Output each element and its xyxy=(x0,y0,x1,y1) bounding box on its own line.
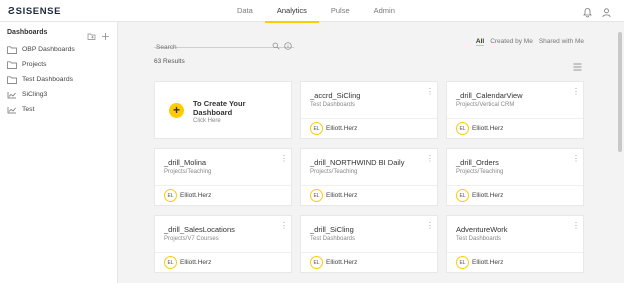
owner-name: Elliott.Herz xyxy=(472,125,504,132)
avatar: EL xyxy=(456,122,469,135)
avatar: EL xyxy=(310,256,323,269)
dashboard-folder-path: Projects/Teaching xyxy=(164,169,212,175)
nav-data[interactable]: Data xyxy=(225,0,265,22)
dashboard-folder-path: Projects/V7 Courses xyxy=(164,236,219,242)
dashboard-folder-path: Test Dashboards xyxy=(310,102,356,108)
dashboard-card[interactable]: AdventureWork Test Dashboards ⋮ EL Elliot… xyxy=(446,215,584,273)
sidebar-item-label: SiCling3 xyxy=(22,91,48,98)
sidebar-item-label: Test xyxy=(22,106,35,113)
more-options-icon[interactable]: ⋮ xyxy=(280,222,288,230)
sidebar-item-label: Projects xyxy=(22,61,47,68)
more-options-icon[interactable]: ⋮ xyxy=(426,222,434,230)
dashboard-folder-path: Test Dashboards xyxy=(310,236,356,242)
filter-created-by-me[interactable]: Created by Me xyxy=(490,38,533,46)
dashboard-title[interactable]: _drill_SalesLocations xyxy=(164,225,235,234)
new-folder-icon[interactable] xyxy=(87,28,96,40)
plus-icon: + xyxy=(169,103,184,118)
main-nav: Data Analytics Pulse Admin xyxy=(225,0,407,23)
sidebar-header: Dashboards xyxy=(0,22,117,42)
dashboard-card[interactable]: _drill_CalendarView Projects/Vertical CR… xyxy=(446,81,584,139)
create-dashboard-title: To Create Your Dashboard xyxy=(193,99,246,117)
dashboard-folder-path: Projects/Teaching xyxy=(456,169,504,175)
owner-name: Elliott.Herz xyxy=(472,259,504,266)
info-icon[interactable] xyxy=(284,37,292,50)
dashboard-card[interactable]: _drill_SalesLocations Projects/V7 Course… xyxy=(154,215,292,273)
sidebar-item-test-dashboards[interactable]: Test Dashboards xyxy=(0,72,117,87)
avatar: EL xyxy=(310,122,323,135)
owner-name: Elliott.Herz xyxy=(472,192,504,199)
dashboard-title[interactable]: _drill_Orders xyxy=(456,158,499,167)
folder-icon xyxy=(7,60,17,69)
dashboard-icon xyxy=(7,91,17,99)
more-options-icon[interactable]: ⋮ xyxy=(426,155,434,163)
avatar: EL xyxy=(164,256,177,269)
list-view-icon[interactable] xyxy=(573,58,582,71)
dashboard-folder-path: Projects/Vertical CRM xyxy=(456,102,515,108)
dashboard-title[interactable]: _drill_Molina xyxy=(164,158,206,167)
dashboard-card[interactable]: _drill_Orders Projects/Teaching ⋮ EL Elli… xyxy=(446,148,584,206)
dashboard-title[interactable]: _accrd_SiCling xyxy=(310,91,360,100)
sidebar-item-obp-dashboards[interactable]: OBP Dashboards xyxy=(0,42,117,57)
user-icon[interactable] xyxy=(601,5,612,18)
filter-all[interactable]: All xyxy=(475,38,485,46)
folder-icon xyxy=(7,45,17,54)
top-navbar: Ƨ SISENSE Data Analytics Pulse Admin xyxy=(0,0,624,23)
results-count: 63 Results xyxy=(154,58,185,65)
create-dashboard-link[interactable]: Click Here xyxy=(193,118,221,124)
search-icon[interactable] xyxy=(272,37,280,50)
dashboard-title[interactable]: AdventureWork xyxy=(456,225,508,234)
dashboard-title[interactable]: _drill_SiCling xyxy=(310,225,354,234)
nav-admin[interactable]: Admin xyxy=(362,0,407,22)
dashboards-main: All Created by Me Shared with Me 63 Resu… xyxy=(118,22,614,283)
search-input[interactable] xyxy=(154,44,264,51)
sidebar: Dashboards OBP Dashboards Projects Test … xyxy=(0,22,118,283)
nav-analytics[interactable]: Analytics xyxy=(264,0,319,23)
sidebar-item-label: OBP Dashboards xyxy=(22,46,75,53)
dashboard-title[interactable]: _drill_NORTHWIND BI Daily xyxy=(310,158,404,167)
sisense-logo[interactable]: Ƨ SISENSE xyxy=(8,6,61,17)
owner-name: Elliott.Herz xyxy=(326,125,358,132)
avatar: EL xyxy=(164,189,177,202)
dashboard-card[interactable]: _drill_NORTHWIND BI Daily Projects/Teach… xyxy=(300,148,438,206)
dashboard-card[interactable]: _drill_Molina Projects/Teaching ⋮ EL Elli… xyxy=(154,148,292,206)
dashboard-folder-path: Test Dashboards xyxy=(456,236,502,242)
dashboard-title[interactable]: _drill_CalendarView xyxy=(456,91,523,100)
dashboard-icon xyxy=(7,106,17,114)
logo-mark: Ƨ xyxy=(8,6,15,17)
avatar: EL xyxy=(310,189,323,202)
scrollbar-thumb[interactable] xyxy=(618,32,622,152)
logo-text: SISENSE xyxy=(15,6,62,17)
more-options-icon[interactable]: ⋮ xyxy=(572,155,580,163)
bell-icon[interactable] xyxy=(582,5,593,18)
owner-name: Elliott.Herz xyxy=(326,259,358,266)
dashboard-folder-path: Projects/Teaching xyxy=(310,169,358,175)
ownership-filters: All Created by Me Shared with Me xyxy=(475,38,584,46)
more-options-icon[interactable]: ⋮ xyxy=(426,88,434,96)
folder-icon xyxy=(7,75,17,84)
owner-name: Elliott.Herz xyxy=(326,192,358,199)
add-dashboard-icon[interactable] xyxy=(101,28,110,40)
sidebar-item-projects[interactable]: Projects xyxy=(0,57,117,72)
avatar: EL xyxy=(456,256,469,269)
more-options-icon[interactable]: ⋮ xyxy=(572,222,580,230)
avatar: EL xyxy=(456,189,469,202)
owner-name: Elliott.Herz xyxy=(180,192,212,199)
sidebar-item-sicling3[interactable]: SiCling3 xyxy=(0,87,117,102)
sidebar-title: Dashboards xyxy=(7,28,48,36)
search-box xyxy=(154,36,294,51)
dashboard-card[interactable]: _accrd_SiCling Test Dashboards ⋮ EL Ellio… xyxy=(300,81,438,139)
create-dashboard-card[interactable]: + To Create Your Dashboard Click Here xyxy=(154,81,292,139)
nav-pulse[interactable]: Pulse xyxy=(319,0,362,22)
more-options-icon[interactable]: ⋮ xyxy=(572,88,580,96)
owner-name: Elliott.Herz xyxy=(180,259,212,266)
sidebar-item-test[interactable]: Test xyxy=(0,102,117,117)
more-options-icon[interactable]: ⋮ xyxy=(280,155,288,163)
sidebar-item-label: Test Dashboards xyxy=(22,76,74,83)
filter-shared-with-me[interactable]: Shared with Me xyxy=(539,38,584,46)
vertical-scrollbar[interactable] xyxy=(614,22,624,283)
dashboard-card[interactable]: _drill_SiCling Test Dashboards ⋮ EL Ellio… xyxy=(300,215,438,273)
